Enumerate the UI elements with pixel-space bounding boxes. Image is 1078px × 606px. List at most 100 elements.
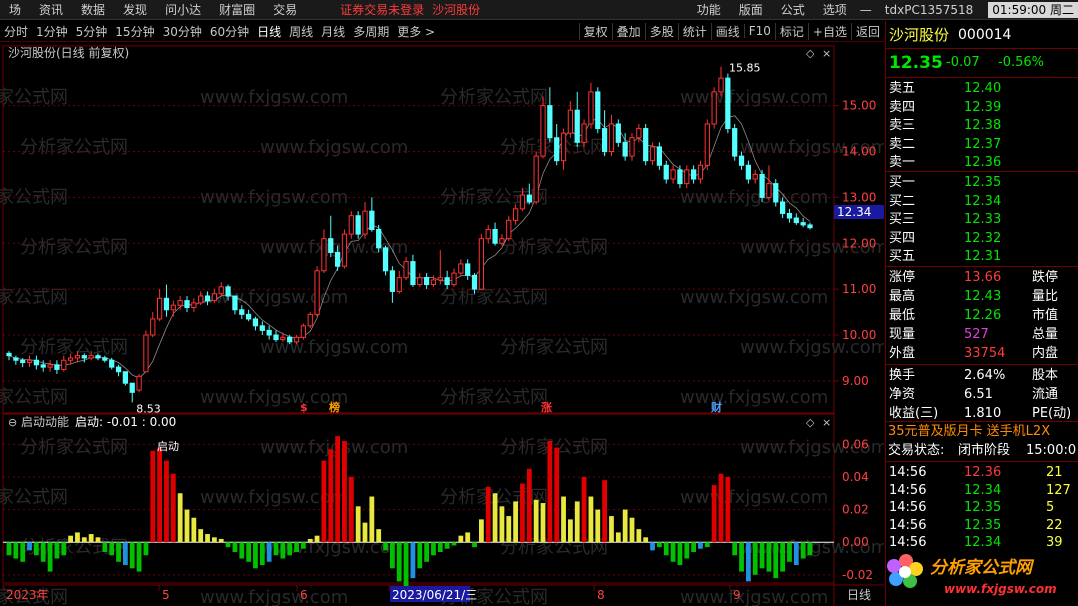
divider <box>886 461 1078 462</box>
add-watchlist-button[interactable]: +自选 <box>807 22 851 40</box>
indicator-close-icon[interactable]: × <box>822 416 831 429</box>
chart-area[interactable]: 分析家公式网 www.fxjgsw.com 分析家公式网 www.fxjgsw.com… <box>0 43 888 606</box>
indicator-bar <box>95 537 101 543</box>
menu-item-news[interactable]: 资讯 <box>30 1 72 18</box>
event-marker[interactable]: 涨 <box>541 400 552 414</box>
minimize-icon[interactable]: — <box>856 3 876 17</box>
diamond-icon[interactable]: ◇ <box>806 47 815 60</box>
trade-time: 15:00:0 <box>1026 443 1077 458</box>
menu-item-ask[interactable]: 问小达 <box>156 1 210 18</box>
overlay-button[interactable]: 叠加 <box>611 22 645 40</box>
indicator-bar <box>629 517 635 543</box>
menu-item-data[interactable]: 数据 <box>72 1 114 18</box>
indicator-bar <box>61 542 67 556</box>
adjust-button[interactable]: 复权 <box>578 22 612 40</box>
tab-30min[interactable]: 30分钟 <box>159 23 206 40</box>
tab-60min[interactable]: 60分钟 <box>206 23 253 40</box>
indicator-value-label: 启动: -0.01 : 0.00 <box>75 415 176 429</box>
indicator-diamond-icon[interactable]: ◇ <box>806 416 815 429</box>
period-tab-daily[interactable]: 日线 <box>847 588 871 602</box>
tab-15min[interactable]: 15分钟 <box>111 23 158 40</box>
price-pct: -0.56% <box>998 55 1044 70</box>
tab-more[interactable]: 更多 > <box>393 23 439 40</box>
event-marker[interactable]: 财 <box>710 400 722 414</box>
menu-item-discover[interactable]: 发现 <box>114 1 156 18</box>
current-price-tag: 12.34 <box>837 205 871 219</box>
tab-1min[interactable]: 1分钟 <box>32 23 72 40</box>
menu-item-function[interactable]: 功能 <box>688 1 730 18</box>
indicator-bar <box>533 499 539 543</box>
menu-item-options[interactable]: 选项 <box>814 1 856 18</box>
logo-svg: 分析家公式网 www.fxjgsw.com <box>887 554 1057 596</box>
user-id[interactable]: tdxPC1357518 <box>876 3 982 17</box>
menu-item-layout[interactable]: 版面 <box>730 1 772 18</box>
indicator-bar <box>718 473 724 543</box>
menubar-right: 功能 版面 公式 选项 — tdxPC1357518 01:59:00 周二 <box>688 1 1078 18</box>
candle-body <box>684 169 690 185</box>
indicator-bar <box>800 542 806 559</box>
stats-button[interactable]: 统计 <box>677 22 711 40</box>
event-marker[interactable]: 榜 <box>329 400 340 414</box>
kline-chart-svg[interactable]: 分析家公式网 www.fxjgsw.com 分析家公式网 www.fxjgsw.com… <box>0 43 888 606</box>
tab-multi-period[interactable]: 多周期 <box>349 23 393 40</box>
watermark-text: www.fxjgsw.com <box>200 587 348 606</box>
indicator-bar <box>615 532 621 543</box>
menu-item-trade[interactable]: 交易 <box>264 1 306 18</box>
ask-label: 卖二 <box>889 136 916 152</box>
indicator-bar <box>116 542 121 562</box>
stat-value: 33754 <box>964 346 1006 361</box>
indicator-bar <box>725 476 731 543</box>
ask-price: 12.38 <box>964 118 1002 133</box>
candle-body <box>245 313 252 320</box>
tab-weekly[interactable]: 周线 <box>285 23 317 40</box>
watermark-text: www.fxjgsw.com <box>680 387 828 408</box>
candle-body <box>608 123 615 153</box>
collapse-icon[interactable]: ⊖ <box>8 416 17 429</box>
indicator-bar <box>745 542 751 582</box>
stat-label-2: 量比 <box>1032 289 1059 304</box>
indicator-bar <box>198 529 204 543</box>
menu-item-market[interactable]: 场 <box>0 1 30 18</box>
indicator-name[interactable]: 启动动能 <box>21 415 69 429</box>
candle-body <box>328 238 334 253</box>
f10-button[interactable]: F10 <box>743 24 775 38</box>
indicator-bar <box>458 535 464 543</box>
tick-volume: 21 <box>1046 465 1063 480</box>
menu-item-formula[interactable]: 公式 <box>772 1 814 18</box>
tick-time: 14:56 <box>889 482 927 498</box>
ask-label: 卖一 <box>889 155 916 170</box>
tab-monthly[interactable]: 月线 <box>317 23 349 40</box>
y-tick-label: 15.00 <box>842 99 876 113</box>
promo-row[interactable]: 35元普及版月卡 送手机L2X <box>886 422 1078 441</box>
x-tick-label: 6 <box>300 588 308 602</box>
candle-body <box>677 169 683 185</box>
tab-daily[interactable]: 日线 <box>253 23 285 40</box>
stat-label: 换手 <box>889 368 916 383</box>
candle-body <box>752 173 758 180</box>
close-panel-icon[interactable]: × <box>822 47 831 60</box>
candle-body <box>622 141 628 157</box>
indicator-bar <box>636 529 642 543</box>
watermark-text: 分析家公式网 <box>500 437 608 458</box>
indicator-y-label: 0.04 <box>842 470 869 484</box>
candle-body <box>807 224 813 229</box>
candle-body <box>122 371 129 384</box>
multi-stock-button[interactable]: 多股 <box>644 22 678 40</box>
candle-body <box>697 164 704 180</box>
ask-row: 卖三 12.38 <box>886 116 1078 135</box>
tab-intraday[interactable]: 分时 <box>0 23 32 40</box>
tab-5min[interactable]: 5分钟 <box>72 23 112 40</box>
divider <box>886 266 1078 267</box>
login-warning[interactable]: 证券交易未登录 <box>336 1 428 18</box>
candle-body <box>20 359 26 364</box>
indicator-bar <box>417 542 423 569</box>
indicator-bar <box>33 542 39 556</box>
menu-item-wealth[interactable]: 财富圈 <box>210 1 264 18</box>
event-marker[interactable]: $ <box>300 401 308 414</box>
promo-text[interactable]: 35元普及版月卡 送手机L2X <box>888 422 1050 441</box>
back-button[interactable]: 返回 <box>850 22 884 40</box>
candle-body <box>465 263 471 276</box>
candle-body <box>506 219 512 240</box>
mark-button[interactable]: 标记 <box>774 22 808 40</box>
draw-button[interactable]: 画线 <box>710 22 744 40</box>
